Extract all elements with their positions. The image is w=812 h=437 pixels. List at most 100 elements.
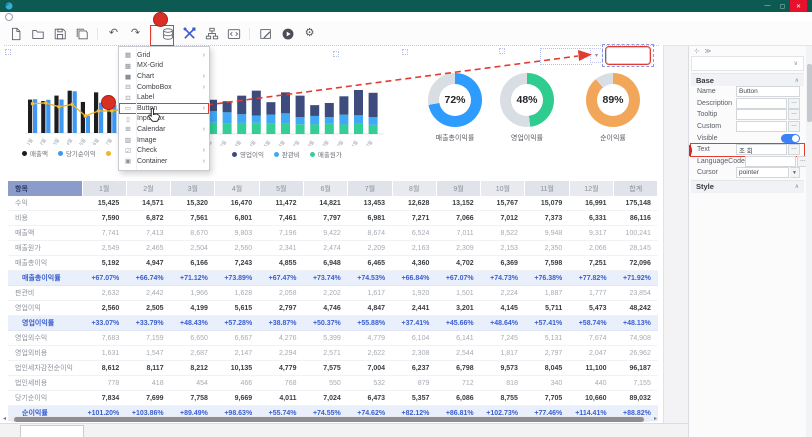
cell-value: 6,981 [348,211,392,226]
run-button[interactable] [279,25,296,42]
controls-header[interactable]: ∨ [691,56,804,71]
text-input[interactable] [736,144,787,155]
cell-value: 6,667 [215,331,259,346]
cell-value: 2,797 [259,301,303,316]
cell-value: +57.28% [215,316,259,331]
cell-value: +76.38% [525,271,569,286]
cell-value: +57.41% [525,316,569,331]
donut-value: 48% [511,84,543,116]
insert-menu: ▦Grid›▩MX-Grid▅Chart›⊟ComboBox›⊡Label▭Bu… [118,46,210,171]
section-header-base[interactable]: Base∧ [691,73,804,86]
minimize-button[interactable]: — [760,0,775,12]
edit-button[interactable] [257,25,274,42]
languagecode-input[interactable] [745,156,796,167]
maximize-button[interactable]: ▢ [775,0,790,12]
ellipsis-button[interactable]: … [788,109,800,120]
menu-item-image[interactable]: ▨Image [119,135,209,146]
donut-2[interactable]: 48% [500,73,554,127]
hscroll-thumb[interactable] [14,417,644,422]
open-folder-button[interactable] [29,25,46,42]
svg-text:2월: 2월 [218,139,228,146]
cell-value: 7,741 [82,226,126,241]
cell-value: 175,148 [614,196,658,211]
button-icon: ▭ [122,104,134,112]
menu-item-label: Label [137,94,202,101]
new-file-button[interactable] [7,25,24,42]
ellipsis-button[interactable]: … [788,144,800,155]
panel-pin-icon[interactable]: ⊹ [694,47,699,55]
cell-value: 86,116 [614,211,658,226]
chevron-up-icon: ∧ [795,183,799,190]
property-control: … [745,156,806,167]
tooltip-input[interactable] [736,109,787,120]
svg-text:5월: 5월 [262,139,272,146]
cursor-select[interactable]: pointer [736,167,789,178]
cell-value: 6,086 [436,391,480,406]
section-header-style[interactable]: Style ∧ [691,180,804,193]
ellipsis-button[interactable]: … [788,121,800,132]
base-year-input[interactable] [540,48,592,65]
menu-item-check[interactable]: ☑Check› [119,145,209,156]
cell-value: 1,817 [481,346,525,361]
menu-item-combobox[interactable]: ⊟ComboBox› [119,82,209,93]
undo-button[interactable]: ↶ [105,25,122,42]
property-label: Tooltip [697,111,736,118]
toolbar-separator [249,28,250,40]
cell-value: 13,152 [436,196,480,211]
name-input[interactable] [736,86,800,97]
section-title: Style [696,182,714,191]
table-row: 매출총이익5,1924,9476,1667,2434,8556,9486,465… [8,256,658,271]
designer-canvas[interactable]: 1월2월3월4월5월6월7월8월9월10월11월12월 매출액당기순이익 1월2… [0,45,664,437]
titlebar: — ▢ ✕ [0,0,812,12]
menu-item-label[interactable]: ⊡Label [119,92,209,103]
ellipsis-button[interactable]: … [788,98,800,109]
cell-value: +48.13% [614,316,658,331]
column-header: 11월 [525,181,569,196]
visible-toggle[interactable] [781,134,800,143]
menu-item-grid[interactable]: ▦Grid› [119,50,209,61]
donut-1[interactable]: 72% [428,73,482,127]
hscroll-right-arrow-icon[interactable]: ▸ [654,415,657,422]
custom-input[interactable] [736,121,787,132]
save-button[interactable] [51,25,68,42]
cell-value: 9,948 [525,226,569,241]
column-header: 3월 [171,181,215,196]
cell-value: 7,461 [259,211,303,226]
search-button[interactable] [606,47,650,64]
cell-value: 8,117 [126,361,170,376]
menu-item-chart[interactable]: ▅Chart› [119,71,209,82]
cell-value: 7,373 [525,211,569,226]
description-input[interactable] [736,98,787,109]
ellipsis-button[interactable]: … [797,156,806,167]
menu-item-container[interactable]: ▣Container› [119,156,209,167]
menu-item-calendar[interactable]: ⊞Calendar› [119,124,209,135]
close-button[interactable]: ✕ [790,0,807,12]
monthly-detail-grid[interactable]: 항목1월2월3월4월5월6월7월8월9월10월11월12월합계수익15,4251… [8,181,658,421]
cell-value: 1,920 [392,286,436,301]
donut-3[interactable]: 89% [586,73,640,127]
cell-value: +45.66% [436,316,480,331]
menu-item-inputbox[interactable]: ▯InputBox [119,114,209,125]
form-tab[interactable] [20,425,84,437]
settings-button[interactable]: ⚙ [301,25,318,42]
cell-value: +48.64% [481,316,525,331]
save-all-button[interactable] [73,25,90,42]
legend-label: 매출원가 [318,149,342,159]
menu-item-mx-grid[interactable]: ▩MX-Grid [119,61,209,72]
panel-arrows-icon[interactable]: ≫ [704,47,711,55]
property-label: Visible [697,135,736,142]
script-button[interactable] [225,25,242,42]
panel-scroll-thumb[interactable] [807,64,812,122]
revenue-chart[interactable]: 1월2월3월4월5월6월7월8월9월10월11월12월 [202,86,388,146]
hscroll-left-arrow-icon[interactable]: ◂ [3,415,6,422]
cell-value: 9,422 [303,226,347,241]
cell-value: 5,357 [392,391,436,406]
redo-button[interactable]: ↷ [127,25,144,42]
kpi-donuts[interactable]: 72%매출총이익률48%영업이익률89%순이익률 [410,73,660,165]
hierarchy-button[interactable] [203,25,220,42]
menu-item-button[interactable]: ▭Button› [119,103,209,114]
cell-value: +74.73% [481,271,525,286]
insert-control-button[interactable] [181,25,198,42]
panel-scrollbar[interactable] [806,46,812,437]
horizontal-scrollbar[interactable] [10,416,650,422]
